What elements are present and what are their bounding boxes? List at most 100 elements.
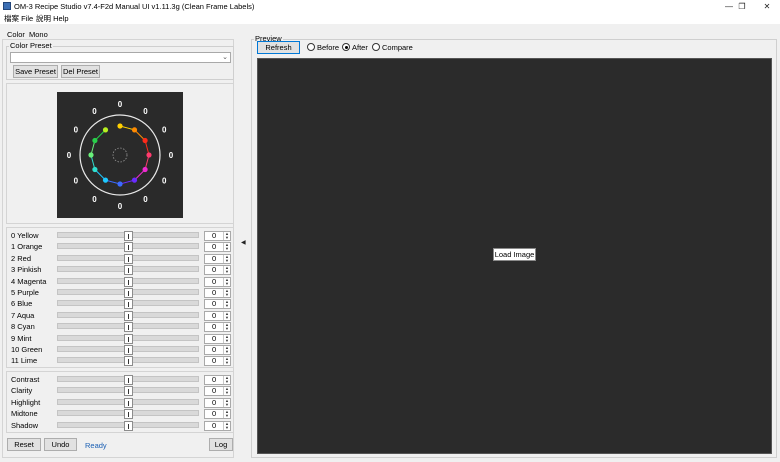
spin-value[interactable]: 0 <box>212 312 216 320</box>
hue-dot[interactable] <box>117 123 123 129</box>
spin-arrows-icon[interactable]: ▲ ▼ <box>223 323 230 331</box>
menu-help[interactable]: 說明 Help <box>36 14 69 23</box>
hue-slider[interactable] <box>57 242 199 252</box>
slider-thumb[interactable] <box>124 231 133 241</box>
spin-arrows-icon[interactable]: ▲ ▼ <box>223 266 230 274</box>
hue-spinbox[interactable]: 0 ▲ ▼ <box>204 254 231 264</box>
radio-compare[interactable] <box>372 43 380 51</box>
slider-thumb[interactable] <box>124 398 133 408</box>
slider-thumb[interactable] <box>124 254 133 264</box>
hue-spinbox[interactable]: 0 ▲ ▼ <box>204 288 231 298</box>
hue-spinbox[interactable]: 0 ▲ ▼ <box>204 356 231 366</box>
tab-color[interactable]: Color <box>7 30 25 39</box>
hue-slider[interactable] <box>57 288 199 298</box>
adjustment-spinbox[interactable]: 0 ▲ ▼ <box>204 421 231 431</box>
hue-spinbox[interactable]: 0 ▲ ▼ <box>204 334 231 344</box>
spin-arrows-icon[interactable]: ▲ ▼ <box>223 255 230 263</box>
slider-thumb[interactable] <box>124 311 133 321</box>
adjustment-slider[interactable] <box>57 398 199 408</box>
hue-slider[interactable] <box>57 265 199 275</box>
hue-spinbox[interactable]: 0 ▲ ▼ <box>204 265 231 275</box>
hue-dot[interactable] <box>131 127 138 133</box>
adjustment-spinbox[interactable]: 0 ▲ ▼ <box>204 398 231 408</box>
slider-thumb[interactable] <box>124 242 133 252</box>
spin-value[interactable]: 0 <box>212 323 216 331</box>
slider-thumb[interactable] <box>124 277 133 287</box>
hue-spinbox[interactable]: 0 ▲ ▼ <box>204 345 231 355</box>
hue-spinbox[interactable]: 0 ▲ ▼ <box>204 231 231 241</box>
collapse-panel-icon[interactable]: ◀ <box>241 239 246 247</box>
hue-dot[interactable] <box>92 166 98 173</box>
spin-arrows-icon[interactable]: ▲ ▼ <box>223 335 230 343</box>
spin-value[interactable]: 0 <box>212 243 216 251</box>
spin-value[interactable]: 0 <box>212 278 216 286</box>
radio-compare-label[interactable]: Compare <box>382 43 413 52</box>
hue-dot[interactable] <box>92 137 98 144</box>
hue-slider[interactable] <box>57 254 199 264</box>
slider-thumb[interactable] <box>124 386 133 396</box>
hue-slider[interactable] <box>57 231 199 241</box>
load-image-button[interactable]: Load Image <box>493 248 536 261</box>
hue-slider[interactable] <box>57 334 199 344</box>
radio-before[interactable] <box>307 43 315 51</box>
slider-thumb[interactable] <box>124 375 133 385</box>
hue-spinbox[interactable]: 0 ▲ ▼ <box>204 277 231 287</box>
spin-value[interactable]: 0 <box>212 266 216 274</box>
slider-thumb[interactable] <box>124 265 133 275</box>
undo-button[interactable]: Undo <box>44 438 77 451</box>
spin-arrows-icon[interactable]: ▲ ▼ <box>223 399 230 407</box>
adjustment-slider[interactable] <box>57 409 199 419</box>
reset-button[interactable]: Reset <box>7 438 41 451</box>
spin-arrows-icon[interactable]: ▲ ▼ <box>223 357 230 365</box>
hue-dot[interactable] <box>131 177 138 183</box>
slider-thumb[interactable] <box>124 288 133 298</box>
hue-dot[interactable] <box>88 152 94 158</box>
spin-value[interactable]: 0 <box>212 410 216 418</box>
maximize-button[interactable]: ❐ <box>729 0 755 13</box>
hue-spinbox[interactable]: 0 ▲ ▼ <box>204 322 231 332</box>
hue-spinbox[interactable]: 0 ▲ ▼ <box>204 311 231 321</box>
adjustment-slider[interactable] <box>57 375 199 385</box>
spin-value[interactable]: 0 <box>212 422 216 430</box>
spin-value[interactable]: 0 <box>212 399 216 407</box>
hue-dot[interactable] <box>142 166 148 173</box>
log-button[interactable]: Log <box>209 438 233 451</box>
slider-thumb[interactable] <box>124 409 133 419</box>
refresh-button[interactable]: Refresh <box>257 41 300 54</box>
spin-arrows-icon[interactable]: ▲ ▼ <box>223 376 230 384</box>
spin-arrows-icon[interactable]: ▲ ▼ <box>223 300 230 308</box>
close-button[interactable]: ✕ <box>754 0 780 13</box>
adjustment-spinbox[interactable]: 0 ▲ ▼ <box>204 386 231 396</box>
spin-arrows-icon[interactable]: ▲ ▼ <box>223 346 230 354</box>
spin-arrows-icon[interactable]: ▲ ▼ <box>223 422 230 430</box>
spin-arrows-icon[interactable]: ▲ ▼ <box>223 232 230 240</box>
hue-dot[interactable] <box>102 177 109 183</box>
tab-mono[interactable]: Mono <box>29 30 48 39</box>
hue-slider[interactable] <box>57 277 199 287</box>
spin-value[interactable]: 0 <box>212 357 216 365</box>
radio-before-label[interactable]: Before <box>317 43 339 52</box>
spin-value[interactable]: 0 <box>212 335 216 343</box>
adjustment-spinbox[interactable]: 0 ▲ ▼ <box>204 409 231 419</box>
slider-thumb[interactable] <box>124 421 133 431</box>
radio-after[interactable] <box>342 43 350 51</box>
hue-slider[interactable] <box>57 356 199 366</box>
spin-value[interactable]: 0 <box>212 232 216 240</box>
hue-spinbox[interactable]: 0 ▲ ▼ <box>204 242 231 252</box>
hue-slider[interactable] <box>57 322 199 332</box>
spin-value[interactable]: 0 <box>212 300 216 308</box>
hue-slider[interactable] <box>57 345 199 355</box>
radio-after-label[interactable]: After <box>352 43 368 52</box>
spin-arrows-icon[interactable]: ▲ ▼ <box>223 278 230 286</box>
menu-file[interactable]: 檔案 File <box>4 14 33 23</box>
slider-thumb[interactable] <box>124 322 133 332</box>
hue-slider[interactable] <box>57 311 199 321</box>
color-preset-dropdown[interactable]: ⌄ <box>10 52 231 63</box>
spin-value[interactable]: 0 <box>212 376 216 384</box>
hue-dot[interactable] <box>102 127 109 133</box>
hue-spinbox[interactable]: 0 ▲ ▼ <box>204 299 231 309</box>
spin-value[interactable]: 0 <box>212 289 216 297</box>
spin-value[interactable]: 0 <box>212 255 216 263</box>
adjustment-spinbox[interactable]: 0 ▲ ▼ <box>204 375 231 385</box>
del-preset-button[interactable]: Del Preset <box>61 65 100 78</box>
